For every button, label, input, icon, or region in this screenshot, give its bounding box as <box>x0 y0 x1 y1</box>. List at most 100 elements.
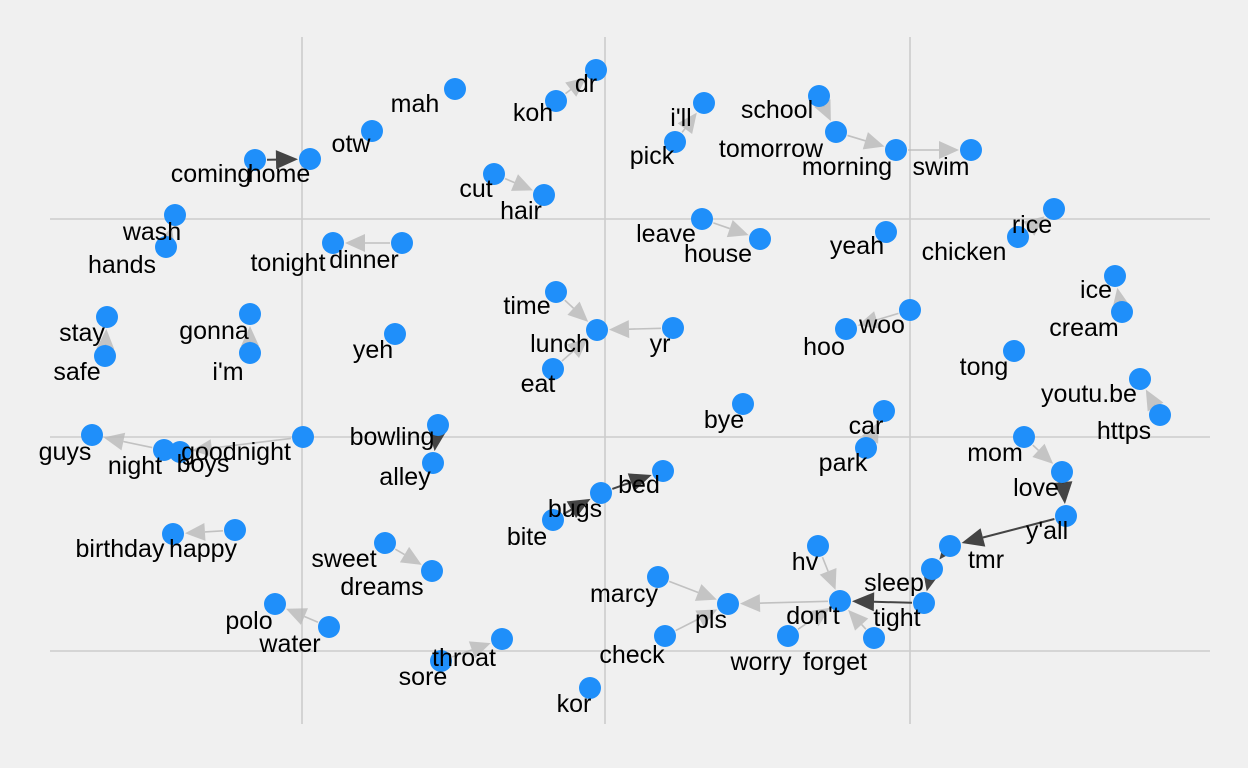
scatter-point[interactable] <box>939 535 961 557</box>
scatter-point[interactable] <box>829 590 851 612</box>
scatter-point[interactable] <box>483 163 505 185</box>
scatter-point[interactable] <box>863 627 885 649</box>
edge-arrowhead <box>694 584 717 601</box>
scatter-point[interactable] <box>542 509 564 531</box>
scatter-point[interactable] <box>164 204 186 226</box>
scatter-point[interactable] <box>835 318 857 340</box>
scatter-point[interactable] <box>224 519 246 541</box>
scatter-point[interactable] <box>491 628 513 650</box>
scatter-point[interactable] <box>654 625 676 647</box>
scatter-point[interactable] <box>1129 368 1151 390</box>
scatter-point[interactable] <box>169 441 191 463</box>
scatter-point[interactable] <box>1003 340 1025 362</box>
scatter-point[interactable] <box>585 59 607 81</box>
scatter-point[interactable] <box>81 424 103 446</box>
scatter-point[interactable] <box>545 90 567 112</box>
scatter-point[interactable] <box>162 523 184 545</box>
scatter-point[interactable] <box>691 208 713 230</box>
scatter-point[interactable] <box>662 317 684 339</box>
scatter-point[interactable] <box>921 558 943 580</box>
scatter-point[interactable] <box>374 532 396 554</box>
edge-arrowhead <box>857 311 880 329</box>
edge-arrowhead <box>1053 481 1073 505</box>
scatter-point[interactable] <box>885 139 907 161</box>
scatter-point[interactable] <box>749 228 771 250</box>
scatter-point[interactable] <box>533 184 555 206</box>
edge <box>677 112 697 135</box>
scatter-point[interactable] <box>422 452 444 474</box>
edge <box>961 518 1055 547</box>
edge-shaft <box>562 508 572 515</box>
edge-arrowhead <box>345 234 365 252</box>
scatter-point[interactable] <box>732 393 754 415</box>
edge-arrowhead <box>399 546 422 565</box>
edge-shaft <box>873 600 913 604</box>
edge-shaft <box>504 177 515 184</box>
edge-arrowhead <box>468 641 491 659</box>
edge <box>857 311 899 329</box>
edge-shaft <box>564 299 575 309</box>
scatter-point[interactable] <box>647 566 669 588</box>
edge <box>1053 481 1073 505</box>
scatter-point[interactable] <box>1007 226 1029 248</box>
scatter-point[interactable] <box>579 677 601 699</box>
scatter-point[interactable] <box>664 131 686 153</box>
scatter-point[interactable] <box>318 616 340 638</box>
scatter-point[interactable] <box>899 299 921 321</box>
edge-shaft <box>123 440 153 449</box>
scatter-point[interactable] <box>239 342 261 364</box>
scatter-point[interactable] <box>155 236 177 258</box>
scatter-point[interactable] <box>542 358 564 380</box>
scatter-point[interactable] <box>1104 265 1126 287</box>
scatter-point[interactable] <box>586 319 608 341</box>
scatter-point[interactable] <box>421 560 443 582</box>
scatter-point[interactable] <box>652 460 674 482</box>
scatter-point[interactable] <box>322 232 344 254</box>
edge <box>819 556 837 590</box>
scatter-point[interactable] <box>808 85 830 107</box>
scatter-point[interactable] <box>299 148 321 170</box>
scatter-point[interactable] <box>875 221 897 243</box>
scatter-point[interactable] <box>264 593 286 615</box>
scatter-point[interactable] <box>1111 301 1133 323</box>
scatter-point[interactable] <box>427 414 449 436</box>
edge <box>611 473 652 492</box>
edge-shaft <box>394 548 405 556</box>
scatter-point[interactable] <box>777 625 799 647</box>
scatter-point[interactable] <box>292 426 314 448</box>
scatter-point[interactable] <box>444 78 466 100</box>
edge-shaft <box>713 222 731 230</box>
edge-shaft <box>564 88 572 95</box>
scatter-point[interactable] <box>545 281 567 303</box>
scatter-point[interactable] <box>1051 461 1073 483</box>
edge-shaft <box>204 529 224 533</box>
edge-shaft <box>304 615 319 624</box>
scatter-point[interactable] <box>807 535 829 557</box>
edge-shaft <box>668 580 699 594</box>
edge-shaft <box>821 556 829 572</box>
scatter-point[interactable] <box>855 437 877 459</box>
scatter-point[interactable] <box>361 120 383 142</box>
plot-svg-layer <box>50 37 1210 724</box>
scatter-point[interactable] <box>825 121 847 143</box>
scatter-point[interactable] <box>239 303 261 325</box>
scatter-point[interactable] <box>96 306 118 328</box>
scatter-point[interactable] <box>1055 505 1077 527</box>
scatter-point[interactable] <box>391 232 413 254</box>
scatter-point[interactable] <box>1043 198 1065 220</box>
scatter-point[interactable] <box>384 323 406 345</box>
scatter-point[interactable] <box>94 345 116 367</box>
scatter-point[interactable] <box>1013 426 1035 448</box>
scatter-point[interactable] <box>244 149 266 171</box>
scatter-point[interactable] <box>430 650 452 672</box>
scatter-point[interactable] <box>913 592 935 614</box>
scatter-point[interactable] <box>590 482 612 504</box>
edge <box>675 609 718 632</box>
scatter-point[interactable] <box>1149 404 1171 426</box>
scatter-point[interactable] <box>693 92 715 114</box>
scatter-point[interactable] <box>717 593 739 615</box>
scatter-point[interactable] <box>960 139 982 161</box>
edge-arrowhead <box>567 337 589 358</box>
scatter-point[interactable] <box>873 400 895 422</box>
gridlines <box>50 37 1210 724</box>
